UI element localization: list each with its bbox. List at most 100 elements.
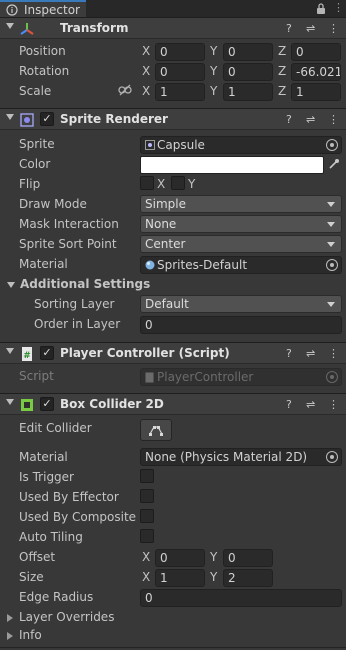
- link-icon[interactable]: [118, 84, 132, 96]
- edge-radius-label: Edge Radius: [19, 590, 94, 604]
- sprite-label: Sprite: [19, 137, 55, 151]
- material-field[interactable]: Sprites-Default: [140, 256, 342, 274]
- axis-y-label[interactable]: Y: [210, 44, 217, 58]
- auto-tiling-checkbox[interactable]: [140, 529, 154, 543]
- help-icon[interactable]: ?: [286, 22, 292, 35]
- rotation-z-field[interactable]: -66.021: [291, 63, 341, 81]
- enabled-checkbox[interactable]: ✓: [40, 112, 54, 126]
- axis-x-label[interactable]: X: [142, 570, 150, 584]
- sorting-layer-label: Sorting Layer: [34, 297, 115, 311]
- collider-material-field[interactable]: None (Physics Material 2D): [140, 448, 342, 466]
- edit-collider-button[interactable]: [140, 419, 172, 441]
- context-menu-icon[interactable]: ⋮: [328, 398, 339, 411]
- axis-z-label[interactable]: Z: [278, 84, 286, 98]
- layer-overrides-foldout[interactable]: Layer Overrides: [19, 610, 114, 624]
- sorting-layer-dropdown[interactable]: Default: [140, 295, 342, 313]
- order-in-layer-field[interactable]: 0: [140, 316, 342, 334]
- enabled-checkbox[interactable]: ✓: [40, 397, 54, 411]
- rotation-y-field[interactable]: 0: [223, 63, 273, 81]
- enabled-checkbox[interactable]: ✓: [40, 346, 54, 360]
- layer-overrides-arrow-icon[interactable]: [7, 614, 13, 622]
- scale-z-field[interactable]: 1: [291, 83, 341, 101]
- offset-y-field[interactable]: 0: [223, 549, 273, 567]
- more-options-icon[interactable]: ⋮: [333, 1, 344, 14]
- lock-icon[interactable]: [316, 3, 326, 15]
- player-controller-header[interactable]: # ✓ Player Controller (Script) ? ⇌ ⋮: [0, 342, 346, 364]
- offset-x-field[interactable]: 0: [155, 549, 205, 567]
- sprite-sort-point-dropdown[interactable]: Center: [140, 235, 342, 253]
- script-label: Script: [19, 369, 54, 383]
- script-value: PlayerController: [157, 370, 254, 384]
- scale-x-field[interactable]: 1: [155, 83, 205, 101]
- help-icon[interactable]: ?: [286, 398, 292, 411]
- presets-icon[interactable]: ⇌: [306, 113, 315, 126]
- collapse-arrow-icon[interactable]: [6, 23, 14, 29]
- flip-x-checkbox[interactable]: [140, 176, 154, 190]
- context-menu-icon[interactable]: ⋮: [328, 347, 339, 360]
- object-picker-icon[interactable]: [326, 139, 338, 151]
- mask-interaction-label: Mask Interaction: [19, 217, 119, 231]
- object-picker-icon[interactable]: [326, 259, 338, 271]
- help-icon[interactable]: ?: [286, 347, 292, 360]
- box-collider-header[interactable]: ✓ Box Collider 2D ? ⇌ ⋮: [0, 393, 346, 415]
- collapse-arrow-icon[interactable]: [6, 348, 14, 354]
- flip-label: Flip: [19, 177, 41, 191]
- axis-x-label[interactable]: X: [142, 64, 150, 78]
- axis-z-label[interactable]: Z: [278, 64, 286, 78]
- mask-interaction-value: None: [145, 217, 177, 231]
- sprite-renderer-header[interactable]: ✓ Sprite Renderer ? ⇌ ⋮: [0, 108, 346, 130]
- context-menu-icon[interactable]: ⋮: [328, 22, 339, 35]
- position-x-field[interactable]: 0: [155, 43, 205, 61]
- rotation-x-field[interactable]: 0: [155, 63, 205, 81]
- draw-mode-dropdown[interactable]: Simple: [140, 195, 342, 213]
- axis-y-label[interactable]: Y: [210, 550, 217, 564]
- position-z-field[interactable]: 0: [291, 43, 341, 61]
- used-by-composite-checkbox[interactable]: [140, 509, 154, 523]
- transform-header[interactable]: Transform ? ⇌ ⋮: [0, 17, 346, 39]
- sorting-layer-value: Default: [145, 297, 189, 311]
- axis-y-label[interactable]: Y: [210, 84, 217, 98]
- size-x-field[interactable]: 1: [155, 569, 205, 587]
- info-arrow-icon[interactable]: [7, 632, 13, 640]
- size-y-field[interactable]: 2: [223, 569, 273, 587]
- additional-settings-arrow-icon[interactable]: [7, 282, 15, 288]
- svg-text:#: #: [23, 351, 31, 361]
- additional-settings-foldout[interactable]: Additional Settings: [20, 277, 150, 291]
- info-icon: [6, 4, 18, 16]
- edge-radius-field[interactable]: 0: [140, 589, 342, 607]
- info-foldout[interactable]: Info: [19, 628, 42, 642]
- axis-y-label[interactable]: Y: [210, 64, 217, 78]
- tab-inspector[interactable]: Inspector: [0, 0, 86, 18]
- used-by-effector-checkbox[interactable]: [140, 489, 154, 503]
- edit-collider-icon: [149, 426, 163, 436]
- context-menu-icon[interactable]: ⋮: [328, 113, 339, 126]
- presets-icon[interactable]: ⇌: [306, 398, 315, 411]
- object-picker-icon[interactable]: [326, 451, 338, 463]
- size-label: Size: [19, 570, 44, 584]
- auto-tiling-label: Auto Tiling: [19, 530, 83, 544]
- axis-x-label[interactable]: X: [142, 44, 150, 58]
- flip-y-checkbox[interactable]: [171, 176, 185, 190]
- sprite-field[interactable]: Capsule: [140, 136, 342, 154]
- mask-interaction-dropdown[interactable]: None: [140, 215, 342, 233]
- collapse-arrow-icon[interactable]: [6, 399, 14, 405]
- is-trigger-checkbox[interactable]: [140, 469, 154, 483]
- position-label: Position: [19, 44, 66, 58]
- axis-z-label[interactable]: Z: [278, 44, 286, 58]
- presets-icon[interactable]: ⇌: [306, 347, 315, 360]
- is-trigger-label: Is Trigger: [19, 470, 74, 484]
- offset-label: Offset: [19, 550, 56, 564]
- component-header-icons: ? ⇌ ⋮: [284, 113, 340, 127]
- axis-x-label[interactable]: X: [142, 550, 150, 564]
- collider-material-value: None (Physics Material 2D): [145, 450, 308, 464]
- color-swatch[interactable]: [140, 156, 324, 174]
- presets-icon[interactable]: ⇌: [306, 22, 315, 35]
- axis-y-label[interactable]: Y: [210, 570, 217, 584]
- scale-y-field[interactable]: 1: [223, 83, 273, 101]
- axis-x-label[interactable]: X: [142, 84, 150, 98]
- position-y-field[interactable]: 0: [223, 43, 273, 61]
- eyedropper-icon[interactable]: [328, 158, 340, 170]
- help-icon[interactable]: ?: [286, 113, 292, 126]
- transform-icon: [20, 23, 34, 35]
- collapse-arrow-icon[interactable]: [6, 114, 14, 120]
